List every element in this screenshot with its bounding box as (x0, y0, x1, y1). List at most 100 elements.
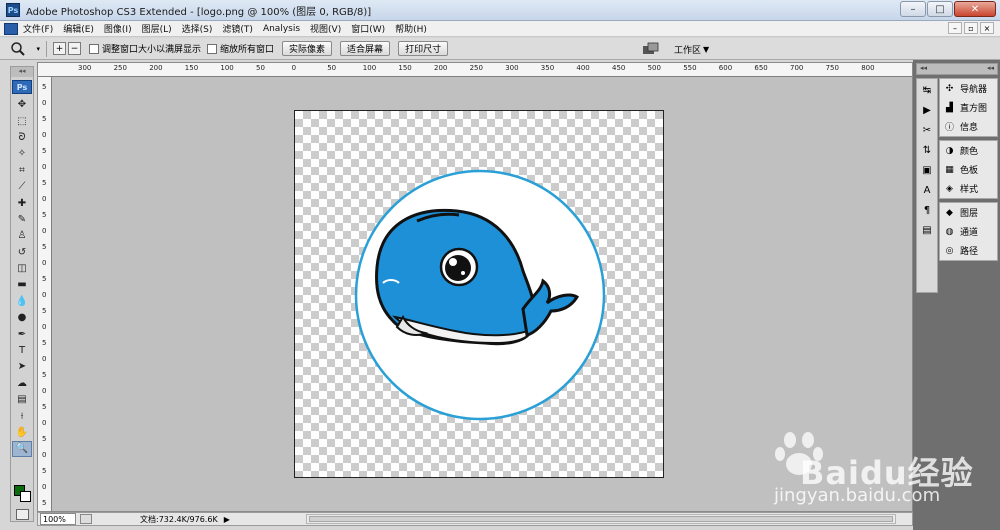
gradient-tool[interactable]: ▬ (12, 277, 32, 292)
ruler-tick-label: 150 (398, 64, 412, 72)
ruler-tick-label: 350 (540, 64, 555, 72)
dock-panel-icon[interactable]: ↹ (918, 82, 936, 99)
menu-edit[interactable]: 编辑(E) (58, 22, 99, 35)
toolbox-collapse-icon[interactable]: ◂◂ (11, 67, 33, 77)
dock-panel-icon[interactable]: ▤ (918, 222, 936, 239)
menu-analysis[interactable]: Analysis (258, 24, 305, 34)
clone-stamp-tool[interactable]: ♙ (12, 228, 32, 243)
baidu-watermark: Baidu经验 jingyan.baidu.com (770, 430, 973, 510)
image-canvas[interactable] (294, 110, 664, 478)
doc-minimize-button[interactable]: – (948, 22, 962, 34)
panel-item[interactable]: ◎ 路径 (940, 241, 997, 260)
tool-preset-picker[interactable]: ▾ (10, 40, 40, 58)
menu-help[interactable]: 帮助(H) (390, 22, 432, 35)
menu-view[interactable]: 视图(V) (305, 22, 346, 35)
zoom-icon (11, 41, 25, 56)
options-bar: ▾ + − 调整窗口大小以满屏显示 缩放所有窗口 实际像素 适合屏幕 打印尺寸 … (0, 38, 1000, 60)
photoshop-app-icon[interactable]: Ps (6, 3, 20, 17)
dock-panel-icon[interactable]: ▣ (918, 162, 936, 179)
background-color-swatch[interactable] (20, 491, 31, 502)
panel-item[interactable]: ◑ 颜色 (940, 141, 997, 160)
crop-tool[interactable]: ⌗ (12, 163, 32, 178)
blur-icon: 💧 (15, 295, 29, 307)
menu-select[interactable]: 选择(S) (177, 22, 218, 35)
ruler-tick-label: 0 (42, 99, 47, 107)
panel-item[interactable]: ◈ 样式 (940, 179, 997, 198)
panel-label: 路径 (960, 247, 979, 257)
zoom-all-windows-label: 缩放所有窗口 (220, 45, 275, 55)
expand-icon[interactable]: ◂◂ (987, 64, 994, 74)
zoom-out-icon[interactable]: − (68, 42, 81, 55)
fit-screen-button[interactable]: 适合屏幕 (340, 41, 391, 56)
shape-tool[interactable]: ☁ (12, 376, 32, 391)
panel-item[interactable]: ◍ 通道 (940, 222, 997, 241)
dock-panel-icon[interactable]: ⇅ (918, 142, 936, 159)
menu-file[interactable]: 文件(F) (18, 22, 58, 35)
panel-item[interactable]: ✣ 导航器 (940, 79, 997, 98)
marquee-tool[interactable]: ⬚ (12, 113, 32, 128)
document-icon[interactable] (4, 22, 18, 35)
maximize-button[interactable]: □ (927, 1, 953, 17)
eyedropper-tool[interactable]: ⟊ (12, 408, 32, 423)
dock-panel-icon[interactable]: ¶ (918, 202, 936, 219)
panel-item[interactable]: ◆ 图层 (940, 203, 997, 222)
resize-windows-checkbox[interactable]: 调整窗口大小以满屏显示 (89, 42, 201, 55)
status-icon[interactable] (80, 514, 92, 524)
zoom-in-icon[interactable]: + (53, 42, 66, 55)
status-menu-arrow[interactable]: ▶ (224, 515, 230, 524)
zoom-level-field[interactable]: 100% (40, 513, 76, 525)
watermark-url: jingyan.baidu.com (774, 485, 941, 506)
magic-wand-tool[interactable]: ✧ (12, 146, 32, 161)
print-size-button[interactable]: 打印尺寸 (398, 41, 449, 56)
panel-dock-header[interactable]: ◂◂ ◂◂ (916, 63, 998, 75)
scrollbar-thumb[interactable] (309, 516, 893, 522)
bridge-icon[interactable] (642, 42, 660, 56)
checkbox-box[interactable] (207, 43, 218, 54)
dock-panel-icon[interactable]: ▶ (918, 102, 936, 119)
ruler-tick-label: 200 (434, 64, 448, 72)
hand-tool[interactable]: ✋ (12, 425, 32, 440)
type-tool[interactable]: T (12, 343, 32, 358)
horizontal-scrollbar[interactable] (306, 514, 896, 524)
lasso-tool[interactable]: ᘐ (12, 130, 32, 145)
zoom-icon: 🔍 (15, 443, 29, 455)
history-brush-tool[interactable]: ↺ (12, 245, 32, 260)
actual-pixels-button[interactable]: 实际像素 (282, 41, 333, 56)
menu-filter[interactable]: 滤镜(T) (217, 22, 258, 35)
photoshop-logo[interactable]: Ps (12, 80, 32, 94)
path-selection-tool[interactable]: ➤ (12, 359, 32, 374)
collapse-icon[interactable]: ◂◂ (920, 64, 927, 74)
zoom-tool[interactable]: 🔍 (12, 441, 32, 457)
menu-image[interactable]: 图像(I) (99, 22, 137, 35)
minimize-button[interactable]: – (900, 1, 926, 17)
panel-item[interactable]: ▦ 色板 (940, 160, 997, 179)
ruler-tick-label: 0 (42, 131, 47, 139)
horizontal-ruler[interactable]: 300 250 200 150 100 50 0 50 100 150 200 250 300 350 40… (38, 63, 912, 77)
menu-layer[interactable]: 图层(L) (137, 22, 177, 35)
panel-item[interactable]: ⓘ 信息 (940, 117, 997, 136)
notes-tool[interactable]: ▤ (12, 392, 32, 407)
ruler-tick-label: 300 (78, 64, 92, 72)
ruler-tick-label: 5 (42, 307, 47, 315)
panel-item[interactable]: ▟ 直方图 (940, 98, 997, 117)
doc-close-button[interactable]: × (980, 22, 994, 34)
checkbox-box[interactable] (89, 43, 99, 54)
close-button[interactable]: ✕ (954, 1, 996, 17)
vertical-ruler[interactable]: 5 0 5 0 5 0 5 0 5 0 5 0 5 0 5 0 5 0 5 0 5 0 5 0 5 0 5 (38, 77, 52, 511)
zoom-all-windows-checkbox[interactable]: 缩放所有窗口 (207, 42, 274, 55)
slice-tool[interactable]: ⟋ (12, 179, 32, 194)
pen-tool[interactable]: ✒ (12, 326, 32, 341)
dodge-icon: ● (17, 312, 27, 324)
blur-tool[interactable]: 💧 (12, 294, 32, 309)
eraser-tool[interactable]: ◫ (12, 261, 32, 276)
brush-tool[interactable]: ✎ (12, 212, 32, 227)
quick-mask-button[interactable] (16, 509, 29, 520)
move-tool[interactable]: ✥ (12, 97, 32, 112)
menu-window[interactable]: 窗口(W) (346, 22, 390, 35)
workspace-menu[interactable]: 工作区 ▼ (674, 43, 709, 56)
dock-panel-icon[interactable]: ✂ (918, 122, 936, 139)
healing-brush-tool[interactable]: ✚ (12, 195, 32, 210)
dodge-tool[interactable]: ● (12, 310, 32, 325)
dock-panel-icon[interactable]: A (918, 182, 936, 199)
doc-restore-button[interactable]: ▫ (964, 22, 978, 34)
